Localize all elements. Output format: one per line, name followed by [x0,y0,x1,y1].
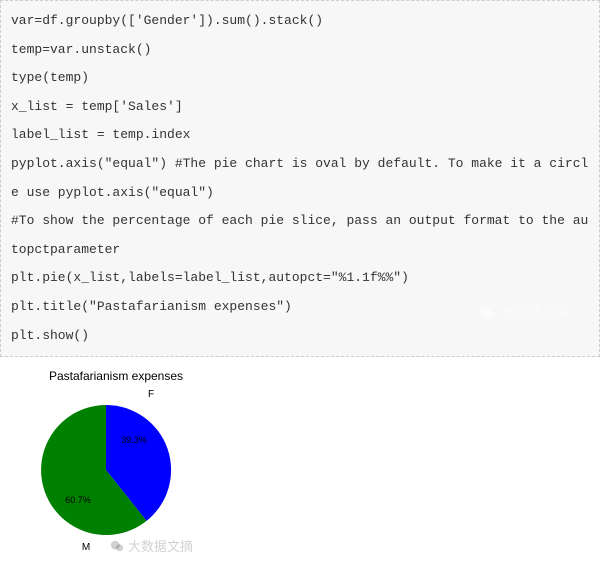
watermark-code: 大数据文摘 [479,297,569,328]
pie-label-f: F [148,389,154,400]
wechat-icon [479,305,495,321]
watermark-text: 大数据文摘 [499,297,569,328]
watermark-text-2: 大数据文摘 [128,536,193,555]
pie-pct-m: 60.7% [65,495,91,505]
code-line-8: plt.pie(x_list,labels=label_list,autopct… [11,264,589,293]
code-line-7: #To show the percentage of each pie slic… [11,207,589,264]
code-line-2: temp=var.unstack() [11,36,589,65]
watermark-chart: 大数据文摘 [110,536,193,555]
pie-label-m: M [82,542,90,553]
pie-pct-f: 39.3% [121,435,147,445]
code-line-1: var=df.groupby(['Gender']).sum().stack() [11,7,589,36]
code-line-6: pyplot.axis("equal") #The pie chart is o… [11,150,589,207]
pie-svg: Pastafarianism expenses F M 39.3% 60.7% [6,365,246,555]
code-line-3: type(temp) [11,64,589,93]
code-line-4: x_list = temp['Sales'] [11,93,589,122]
code-block: var=df.groupby(['Gender']).sum().stack()… [0,0,600,357]
chart-title: Pastafarianism expenses [49,369,183,383]
code-line-5: label_list = temp.index [11,121,589,150]
wechat-icon [110,539,124,553]
pie-chart: Pastafarianism expenses F M 39.3% 60.7% … [0,357,600,573]
